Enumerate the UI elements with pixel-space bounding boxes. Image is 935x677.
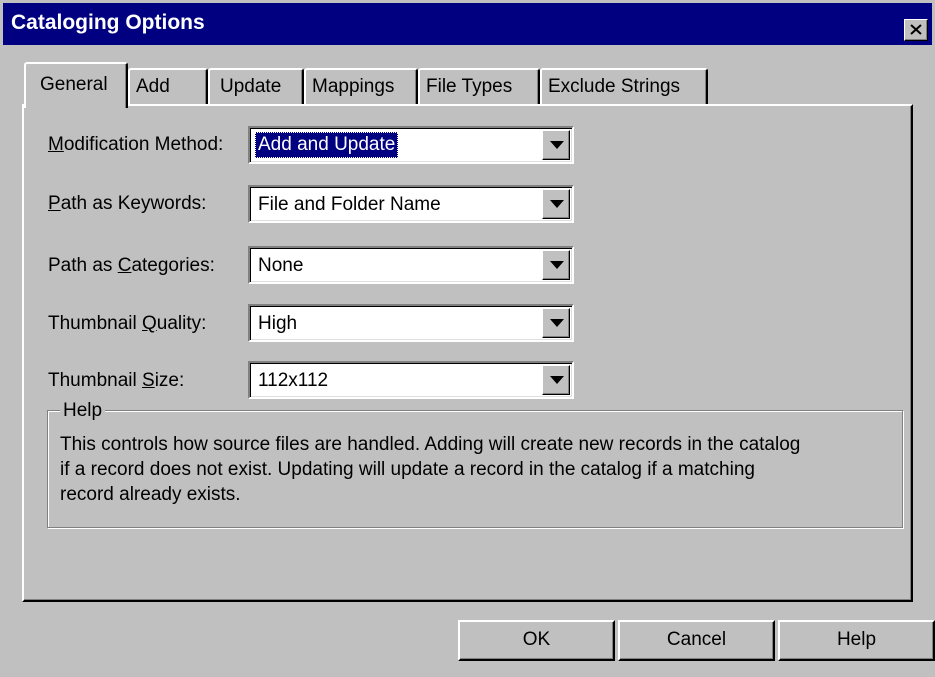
close-button[interactable]: [904, 19, 928, 41]
chevron-down-icon[interactable]: [542, 365, 570, 395]
tab-exclude-strings-label: Exclude Strings: [548, 76, 681, 97]
path-keywords-label: Path as Keywords:: [48, 193, 207, 214]
path-categories-label: Path as Categories:: [48, 255, 215, 276]
tab-mappings[interactable]: Mappings: [304, 68, 418, 106]
modification-method-select[interactable]: Add and Update: [248, 126, 574, 164]
help-button[interactable]: Help: [778, 620, 935, 661]
tab-update[interactable]: Update: [208, 68, 304, 106]
help-text: This controls how source files are handl…: [60, 432, 900, 507]
tab-add[interactable]: Add: [128, 68, 208, 106]
help-group-title: Help: [60, 400, 106, 422]
tab-mappings-label: Mappings: [312, 76, 395, 97]
chevron-down-icon[interactable]: [542, 250, 570, 280]
tab-general-label: General: [40, 74, 108, 95]
thumbnail-size-value: 112x112: [258, 370, 329, 391]
tab-file-types[interactable]: File Types: [418, 68, 540, 106]
tab-file-types-label: File Types: [426, 76, 513, 97]
modification-method-value: Add and Update: [255, 132, 399, 158]
tab-general[interactable]: General: [24, 62, 128, 108]
cataloging-options-dialog: Cataloging Options General Add Update Ma…: [0, 0, 935, 677]
modification-method-label: Modification Method:: [48, 134, 224, 155]
path-keywords-value: File and Folder Name: [258, 194, 441, 215]
close-icon: [910, 24, 922, 35]
title-bar[interactable]: Cataloging Options: [3, 3, 932, 45]
help-text-line: This controls how source files are handl…: [60, 434, 801, 455]
help-text-line: if a record does not exist. Updating wil…: [60, 459, 755, 480]
thumbnail-size-select[interactable]: 112x112: [248, 361, 574, 399]
thumbnail-quality-label: Thumbnail Quality:: [48, 313, 207, 334]
chevron-down-icon[interactable]: [542, 308, 570, 338]
chevron-down-icon[interactable]: [542, 130, 570, 160]
path-categories-value: None: [258, 255, 304, 276]
tab-add-label: Add: [136, 76, 170, 97]
path-categories-select[interactable]: None: [248, 246, 574, 284]
tab-update-label: Update: [220, 76, 282, 97]
cancel-button[interactable]: Cancel: [618, 620, 775, 661]
chevron-down-icon[interactable]: [542, 189, 570, 219]
thumbnail-quality-value: High: [258, 313, 298, 334]
help-text-line: record already exists.: [60, 484, 241, 505]
path-keywords-select[interactable]: File and Folder Name: [248, 185, 574, 223]
tab-exclude-strings[interactable]: Exclude Strings: [540, 68, 708, 106]
thumbnail-size-label: Thumbnail Size:: [48, 370, 185, 391]
window-title: Cataloging Options: [11, 11, 205, 34]
thumbnail-quality-select[interactable]: High: [248, 304, 574, 342]
ok-button[interactable]: OK: [458, 620, 615, 661]
